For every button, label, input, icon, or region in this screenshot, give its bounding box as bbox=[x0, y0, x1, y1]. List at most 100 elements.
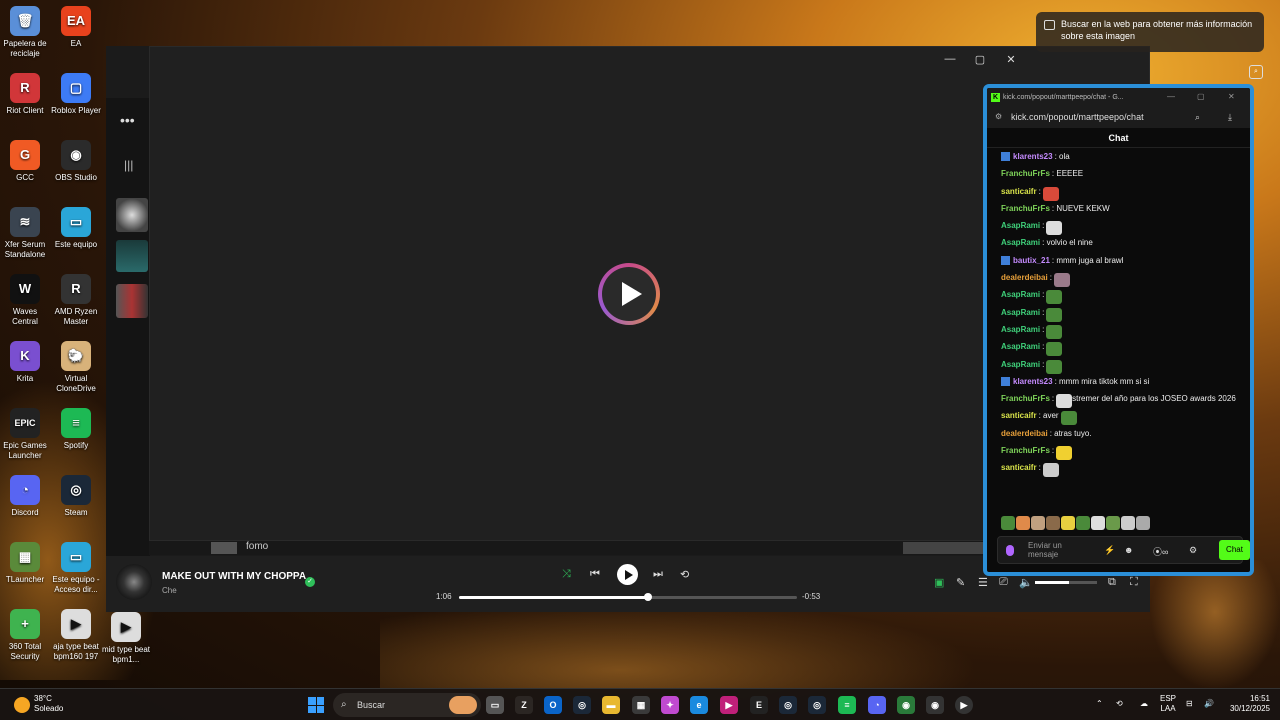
chat-username[interactable]: klarents23 bbox=[1013, 152, 1053, 162]
playlist-thumbnail[interactable] bbox=[211, 542, 237, 554]
album-cover[interactable] bbox=[116, 564, 152, 600]
maximize-icon[interactable]: ▢ bbox=[1197, 92, 1205, 101]
desktop-icon[interactable]: EA EA bbox=[51, 6, 101, 49]
desktop-icon[interactable]: W Waves Central bbox=[0, 274, 50, 327]
chat-username[interactable]: bautix_21 bbox=[1013, 256, 1050, 266]
desktop-icon[interactable]: ◔ Discord bbox=[0, 475, 50, 518]
chat-username[interactable]: AsapRami bbox=[1001, 360, 1040, 370]
desktop-icon[interactable]: 🗑 Papelera de reciclaje bbox=[0, 6, 50, 59]
obs-icon[interactable]: ◉ bbox=[926, 696, 944, 714]
chat-username[interactable]: AsapRami bbox=[1001, 342, 1040, 352]
chat-message[interactable]: bautix_21: mmm juga al brawl bbox=[1001, 254, 1250, 271]
chat-message[interactable]: santicaifr: aver bbox=[1001, 409, 1250, 426]
chat-username[interactable]: AsapRami bbox=[1001, 308, 1040, 318]
desktop-icon[interactable]: ▶ aja type beat bpm160 197 bbox=[51, 609, 101, 662]
desktop-icon[interactable]: ◉ OBS Studio bbox=[51, 140, 101, 183]
site-settings-icon[interactable]: ⚙ bbox=[995, 112, 1002, 121]
chat-message[interactable]: AsapRami: bbox=[1001, 340, 1250, 357]
chat-message[interactable]: FranchuFrFs: stremer del año para los JO… bbox=[1001, 392, 1250, 409]
volume-icon[interactable]: 🔈 bbox=[1019, 576, 1033, 589]
queue-icon[interactable]: ☰ bbox=[978, 576, 988, 589]
chat-emote-icon[interactable] bbox=[1046, 221, 1063, 236]
desktop-icon[interactable]: ▢ Roblox Player bbox=[51, 73, 101, 116]
artist-name[interactable]: Che bbox=[162, 586, 177, 595]
emote-shortcut-icon[interactable] bbox=[1121, 516, 1135, 530]
album-thumbnail[interactable] bbox=[116, 284, 148, 318]
chrome-icon[interactable]: ◉ bbox=[897, 696, 915, 714]
chat-username[interactable]: FranchuFrFs bbox=[1001, 394, 1050, 404]
chat-emote-icon[interactable] bbox=[1046, 342, 1063, 357]
microphone-icon[interactable] bbox=[1006, 545, 1014, 556]
devices-icon[interactable]: ⎚ bbox=[999, 576, 1008, 589]
lens-icon[interactable]: ⌕ bbox=[1249, 65, 1263, 79]
search-highlight-icon[interactable] bbox=[449, 696, 477, 714]
chat-emote-icon[interactable] bbox=[1046, 324, 1063, 339]
miniplayer-icon[interactable]: ⧉ bbox=[1108, 576, 1116, 589]
desktop-icon[interactable]: +360 Total Security bbox=[0, 609, 50, 662]
emote-shortcut-icon[interactable] bbox=[1046, 516, 1060, 530]
emote-shortcut-icon[interactable] bbox=[1136, 516, 1150, 530]
send-chat-button[interactable]: Chat bbox=[1219, 540, 1250, 560]
store-icon[interactable]: ▦ bbox=[632, 696, 650, 714]
chat-input[interactable]: Enviar un mensaje ⚡ ☻ ⦿∞ ⚙ Chat bbox=[997, 536, 1250, 564]
emote-shortcut-icon[interactable] bbox=[1076, 516, 1090, 530]
sync-icon[interactable]: ⟲ bbox=[1116, 699, 1123, 709]
discord-icon[interactable]: ◔ bbox=[868, 696, 886, 714]
widgets-icon[interactable]: Z bbox=[515, 696, 533, 714]
zoom-icon[interactable]: ⌕ bbox=[1195, 112, 1200, 123]
emote-shortcut-icon[interactable] bbox=[1106, 516, 1120, 530]
next-icon[interactable]: ⏭ bbox=[653, 568, 663, 581]
progress-bar[interactable] bbox=[459, 593, 797, 601]
desktop-icon[interactable]: G GCC bbox=[0, 140, 50, 183]
volume-icon[interactable]: 🔊 bbox=[1204, 699, 1214, 709]
more-options-icon[interactable]: ••• bbox=[120, 112, 135, 128]
edge-icon[interactable]: e bbox=[690, 696, 708, 714]
chat-message[interactable]: klarents23: ola bbox=[1001, 150, 1250, 167]
close-icon[interactable]: ✕ bbox=[1001, 53, 1021, 66]
maximize-icon[interactable]: ▢ bbox=[970, 53, 990, 66]
chat-emote-icon[interactable] bbox=[1056, 394, 1073, 409]
chat-emote-icon[interactable] bbox=[1042, 186, 1059, 201]
epic-games-icon[interactable]: E bbox=[750, 696, 768, 714]
progress-knob[interactable] bbox=[644, 593, 653, 601]
playlist-item-title[interactable]: fomo bbox=[246, 541, 268, 552]
minimize-icon[interactable]: — bbox=[940, 53, 960, 65]
address-bar[interactable]: ⚙ kick.com/popout/marttpeepo/chat ⌕ ⤓ bbox=[987, 106, 1250, 128]
onedrive-icon[interactable]: ☁ bbox=[1140, 699, 1148, 709]
minimize-icon[interactable]: — bbox=[1167, 92, 1175, 101]
chat-message[interactable]: FranchuFrFs: NUEVE KEKW bbox=[1001, 202, 1250, 219]
chat-message[interactable]: AsapRami: bbox=[1001, 358, 1250, 375]
chat-username[interactable]: FranchuFrFs bbox=[1001, 169, 1050, 179]
emote-shortcut-icon[interactable] bbox=[1091, 516, 1105, 530]
album-thumbnail[interactable] bbox=[116, 198, 148, 232]
fullscreen-icon[interactable]: ⛶ bbox=[1130, 576, 1138, 589]
chat-message[interactable]: AsapRami: bbox=[1001, 306, 1250, 323]
emote-shortcut-icon[interactable] bbox=[1016, 516, 1030, 530]
chat-emote-icon[interactable] bbox=[1056, 446, 1073, 461]
chevron-up-icon[interactable]: ⌃ bbox=[1096, 699, 1103, 709]
chat-username[interactable]: FranchuFrFs bbox=[1001, 204, 1050, 214]
chat-message[interactable]: AsapRami: bbox=[1001, 323, 1250, 340]
emote-shortcut-icon[interactable] bbox=[1031, 516, 1045, 530]
close-icon[interactable]: ✕ bbox=[1228, 92, 1235, 101]
steam-icon[interactable]: ◎ bbox=[779, 696, 797, 714]
lyrics-icon[interactable]: ✎ bbox=[956, 576, 965, 589]
desktop-icon[interactable]: R AMD Ryzen Master bbox=[51, 274, 101, 327]
spotify-icon[interactable]: ≡ bbox=[838, 696, 856, 714]
reactions-icon[interactable]: ⦿∞ bbox=[1153, 545, 1168, 558]
download-icon[interactable]: ⤓ bbox=[1228, 112, 1232, 123]
chat-username[interactable]: AsapRami bbox=[1001, 325, 1040, 335]
chat-emote-icon[interactable] bbox=[1042, 463, 1059, 478]
chat-username[interactable]: FranchuFrFs bbox=[1001, 446, 1050, 456]
file-explorer-icon[interactable]: ▬ bbox=[602, 696, 620, 714]
language-indicator[interactable]: ESP LAA bbox=[1160, 694, 1176, 714]
library-icon[interactable]: ||| bbox=[124, 158, 133, 172]
emote-shortcut-icon[interactable] bbox=[1061, 516, 1075, 530]
chat-input-placeholder[interactable]: Enviar un mensaje bbox=[1028, 541, 1078, 559]
chat-emote-icon[interactable] bbox=[1053, 273, 1070, 288]
chat-url[interactable]: kick.com/popout/marttpeepo/chat bbox=[1011, 112, 1144, 122]
emote-shortcut-icon[interactable] bbox=[1001, 516, 1015, 530]
media-player-taskbar-icon[interactable]: ▶ bbox=[955, 696, 973, 714]
chat-message[interactable]: dealerdeibai: atras tuyo. bbox=[1001, 427, 1250, 444]
steam-icon[interactable]: ◎ bbox=[573, 696, 591, 714]
